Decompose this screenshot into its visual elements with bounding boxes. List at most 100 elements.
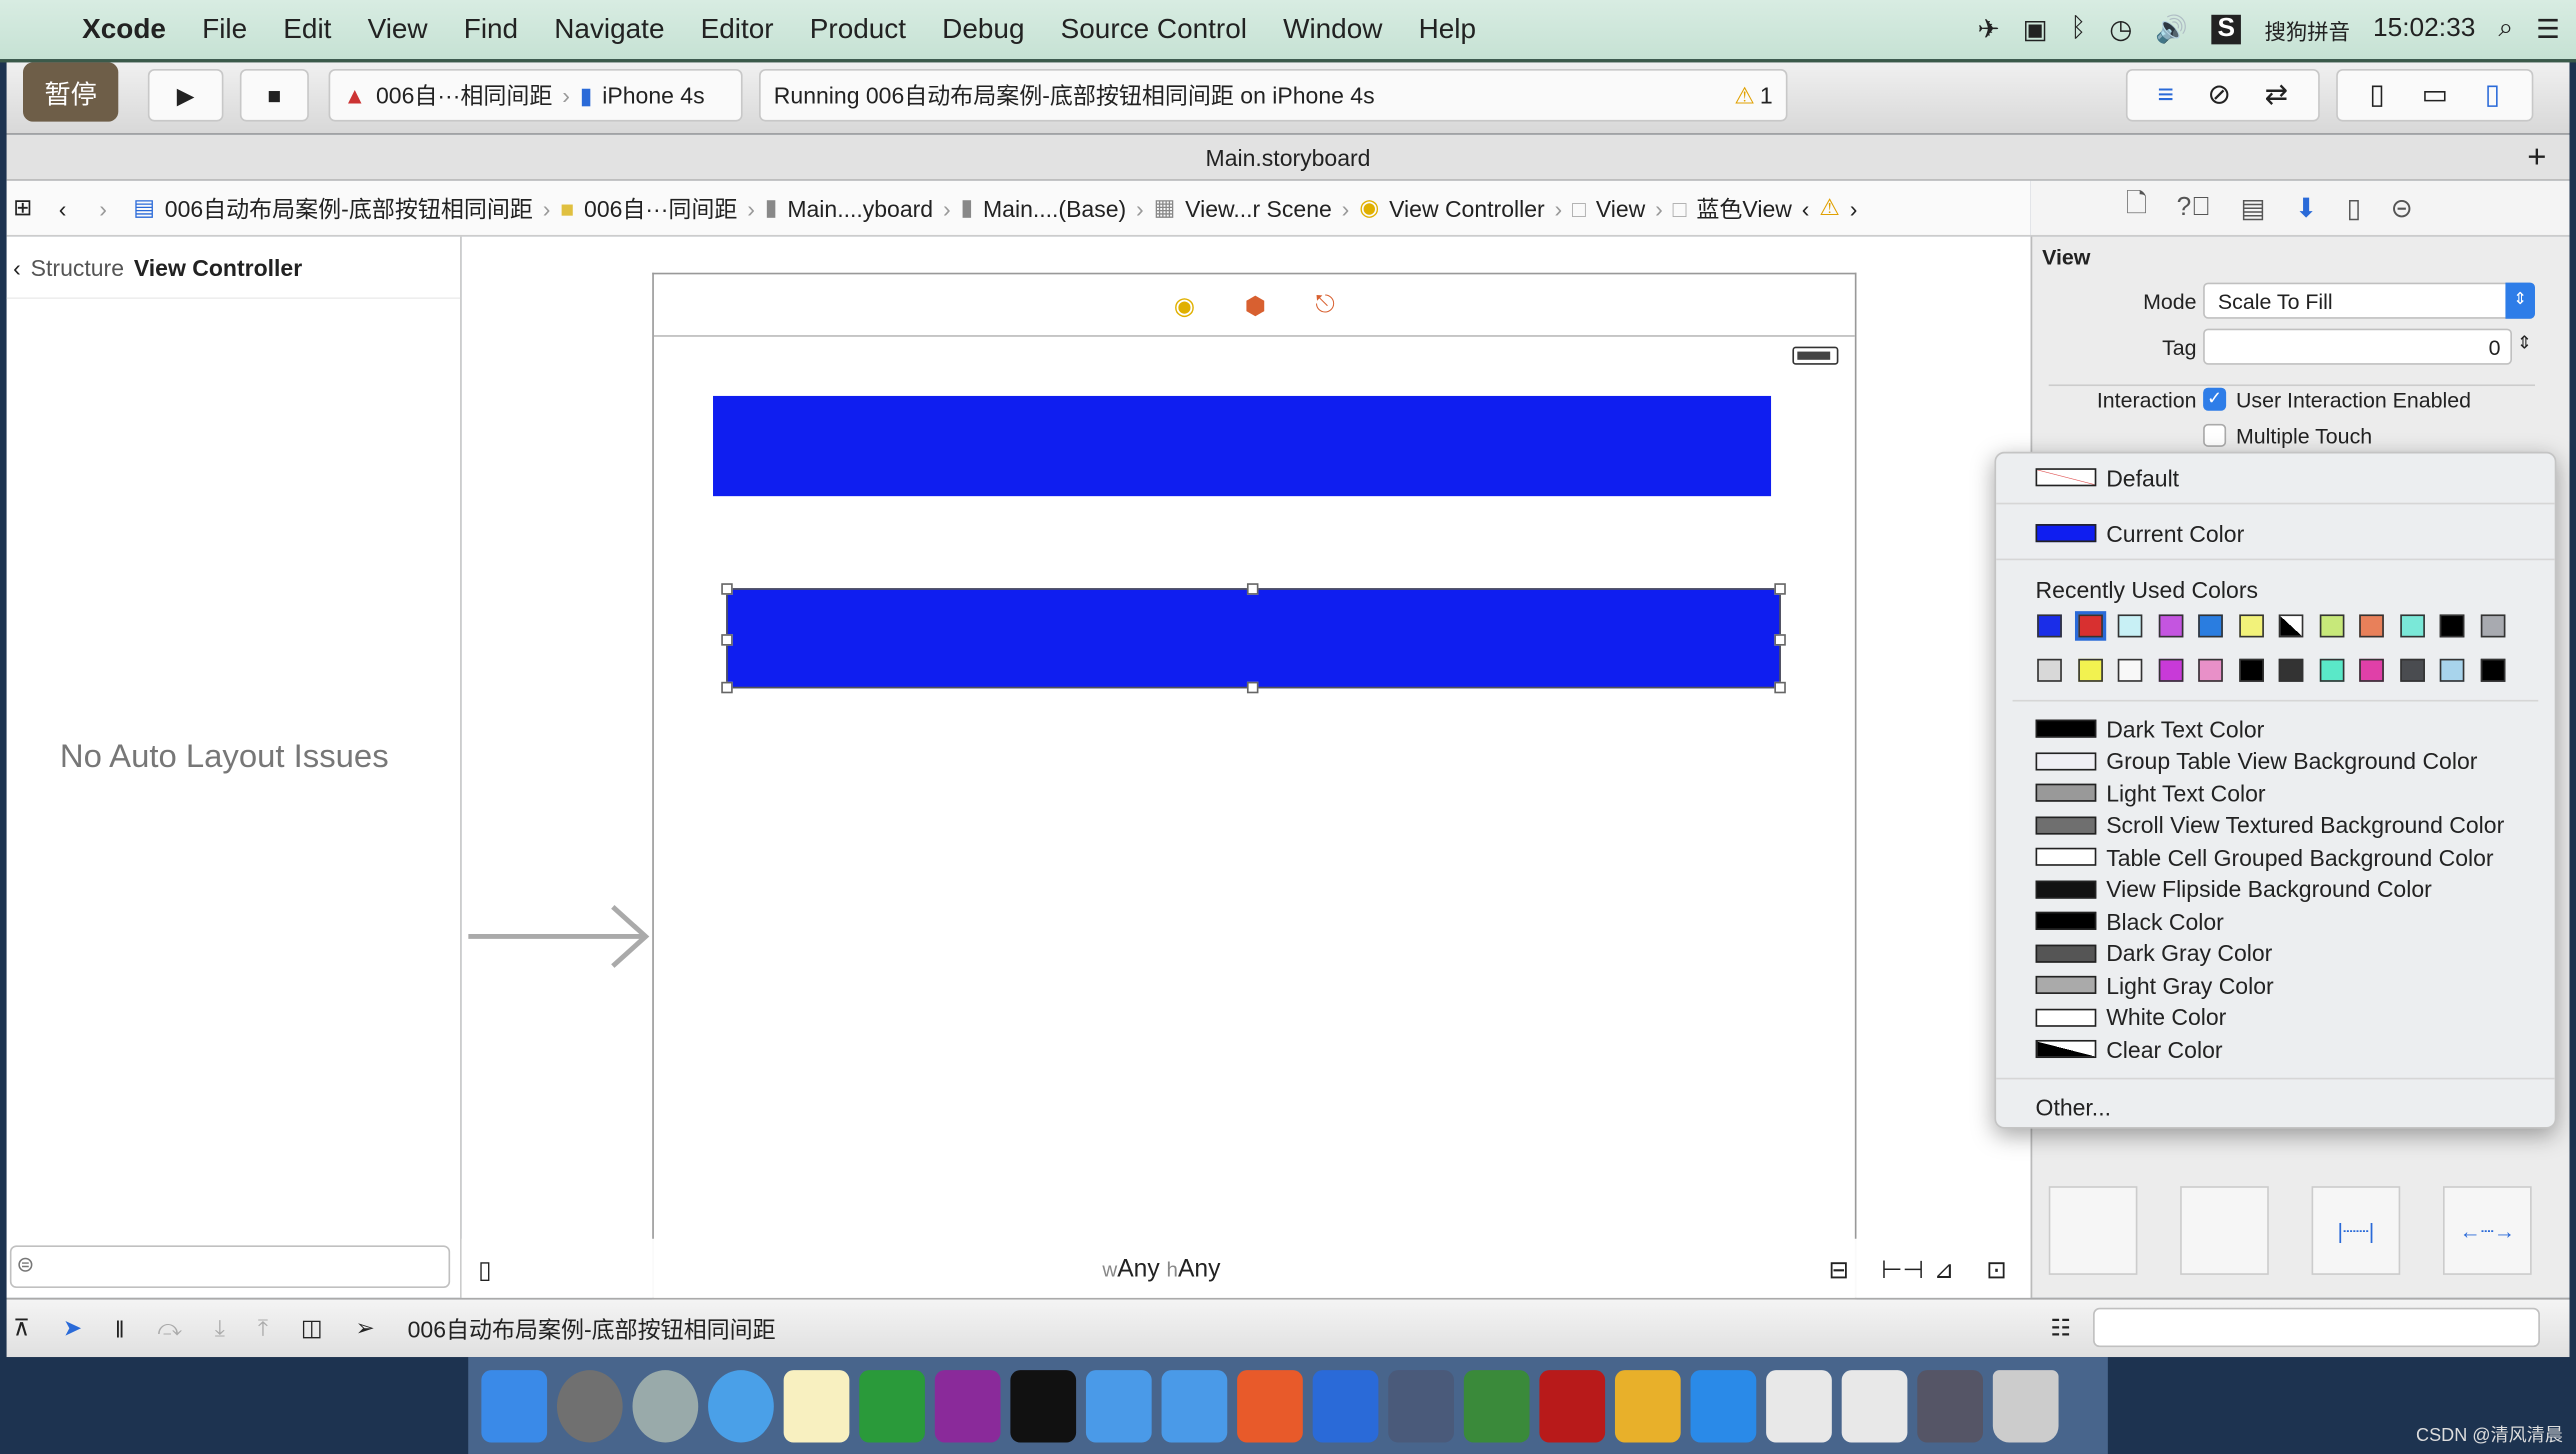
menu-editor[interactable]: Editor [701,13,774,46]
finder-icon[interactable] [481,1369,548,1442]
back-icon[interactable]: ‹ [13,254,21,280]
recent-color-swatch[interactable] [2278,658,2304,682]
recent-color-swatch[interactable] [2198,614,2223,638]
warning-icon[interactable]: ⚠ [1734,81,1755,109]
view-controller-scene[interactable]: ◉ ⬢ ⎋ [652,272,1857,1308]
named-color-option[interactable]: Table Cell Grouped Background Color [2035,841,2494,872]
document-icon[interactable] [1841,1369,1908,1442]
filter-input[interactable]: ⊜ [9,1245,451,1289]
step-into-icon[interactable]: ⤓ [215,1314,225,1342]
recent-color-swatch[interactable] [2238,614,2264,638]
version-editor-icon[interactable]: ⇄ [2265,79,2288,112]
named-color-option[interactable]: Black Color [2035,905,2224,936]
selected-blue-view[interactable] [726,588,1781,689]
recent-color-swatch[interactable] [2077,658,2103,682]
named-color-option[interactable]: Dark Gray Color [2035,937,2272,968]
device-name[interactable]: iPhone 4s [602,82,704,108]
debug-toggle-icon[interactable]: ▭ [2422,79,2448,112]
breadcrumb-base[interactable]: Main....(Base) [983,195,1126,221]
back-arrow-icon[interactable]: ‹ [59,195,67,221]
named-color-option[interactable]: Group Table View Background Color [2035,745,2477,776]
outline-toggle-icon[interactable]: ▯ [478,1255,492,1285]
breadcrumb-view[interactable]: View [1596,195,1645,221]
sogou-icon[interactable]: S [2210,14,2242,45]
color-option-default[interactable]: Default [2035,462,2179,493]
user-interaction-checkbox[interactable]: ✓ [2203,387,2227,411]
top-blue-view[interactable] [713,395,1772,497]
terminal-icon[interactable] [1010,1369,1077,1442]
imovie-icon[interactable] [1388,1369,1454,1442]
menu-help[interactable]: Help [1419,13,1476,46]
recent-color-swatch[interactable] [2037,658,2062,682]
warning-icon[interactable]: ⚠ [1819,194,1840,222]
warning-count[interactable]: 1 [1760,82,1773,108]
view-controller-icon[interactable]: ◉ [1174,290,1196,320]
scheme-name[interactable]: 006自···相同间距 [376,79,552,112]
recent-color-swatch[interactable] [2439,614,2465,638]
step-over-icon[interactable]: ⤼ [157,1314,182,1342]
step-out-icon[interactable]: ⤒ [258,1314,268,1342]
stop-button[interactable]: ■ [239,69,309,122]
tag-stepper[interactable]: ⇕ [2517,332,2532,354]
volume-icon[interactable]: 🔊 [2155,13,2188,46]
mode-select[interactable]: Scale To Fill ⇕ [2203,282,2535,319]
menu-window[interactable]: Window [1283,13,1382,46]
exit-icon[interactable]: ⎋ [1315,291,1335,319]
next-issue-icon[interactable]: › [1850,195,1858,221]
previous-issue-icon[interactable]: ‹ [1802,195,1810,221]
recent-color-swatch[interactable] [2359,614,2384,638]
size-class-button[interactable]: wAny hAny [1102,1255,1220,1283]
process-name[interactable]: 006自动布局案例-底部按钮相同间距 [408,1312,776,1345]
menu-file[interactable]: File [202,13,247,46]
color-option-other[interactable]: Other... [2036,1091,2111,1122]
recent-color-swatch[interactable] [2359,658,2384,682]
resize-handle[interactable] [1774,634,1786,646]
assistant-editor-icon[interactable]: ⊘ [2208,79,2231,112]
named-color-option[interactable]: White Color [2035,1001,2226,1032]
named-color-option[interactable]: Scroll View Textured Background Color [2035,809,2504,840]
menu-debug[interactable]: Debug [942,13,1024,46]
excel-icon[interactable] [859,1369,925,1442]
spotlight-icon[interactable]: ⌕ [2498,15,2513,45]
location-icon[interactable]: ➢ [356,1314,375,1342]
word-icon[interactable] [1690,1369,1757,1442]
menu-find[interactable]: Find [464,13,518,46]
color-option-current[interactable]: Current Color [2035,518,2244,549]
screenshot-icon[interactable] [1312,1369,1379,1442]
recent-color-swatch[interactable] [2157,658,2183,682]
named-color-option[interactable]: View Flipside Background Color [2035,873,2432,904]
identity-inspector-icon[interactable]: ▤ [2241,191,2266,224]
resize-handle[interactable] [1246,583,1259,595]
recent-color-swatch[interactable] [2074,611,2106,641]
pages-icon[interactable] [1614,1369,1681,1442]
library-filter-input[interactable] [2093,1307,2540,1348]
recent-color-swatch[interactable] [2198,658,2223,682]
tag-field[interactable]: 0 [2203,328,2512,365]
recent-color-swatch[interactable] [2278,614,2304,638]
named-color-option[interactable]: Clear Color [2035,1033,2223,1064]
tab-main-storyboard[interactable]: Main.storyboard [1206,145,1371,171]
screen-capture-icon[interactable] [1917,1369,1983,1442]
trash-icon[interactable] [1992,1369,2059,1442]
multiple-touch-checkbox[interactable] [2203,423,2227,447]
filezilla-icon[interactable] [1539,1369,1606,1442]
time-machine-icon[interactable]: ◷ [2109,13,2132,46]
pin-icon[interactable]: ⊢⊣ [1881,1255,1924,1285]
safari-icon[interactable] [708,1369,774,1442]
named-color-option[interactable]: Light Text Color [2035,777,2266,808]
resizing-icon[interactable]: ⊡ [1986,1255,2007,1285]
onenote-icon[interactable] [934,1369,1001,1442]
resize-handle[interactable] [1246,681,1259,694]
library-item-fixed-space[interactable]: ←┈→ [2442,1186,2532,1275]
launchpad-icon[interactable] [632,1369,699,1442]
resize-handle[interactable] [1774,583,1786,595]
recent-color-swatch[interactable] [2117,614,2143,638]
recent-color-swatch[interactable] [2238,658,2264,682]
document-icon[interactable] [1766,1369,1832,1442]
file-inspector-icon[interactable]: 🗋 [2126,186,2147,230]
recent-color-swatch[interactable] [2479,614,2505,638]
align-icon[interactable]: ⊟ [1829,1255,1850,1285]
simulator-icon[interactable] [1161,1369,1228,1442]
recent-color-swatch[interactable] [2117,658,2143,682]
resolve-issues-icon[interactable]: ⊿ [1934,1255,1955,1285]
